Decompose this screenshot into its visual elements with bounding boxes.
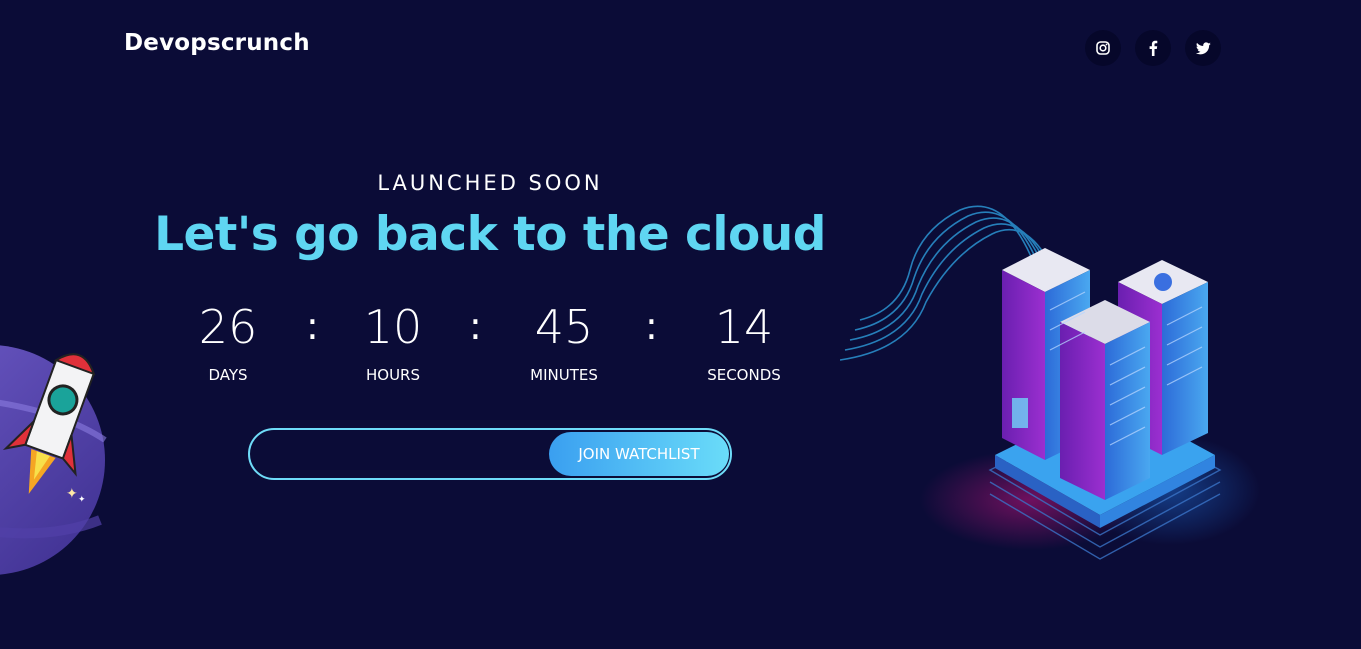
countdown-separator: : xyxy=(469,304,482,348)
brand-logo[interactable]: Devopscrunch xyxy=(124,30,310,56)
watchlist-form: JOIN WATCHLIST xyxy=(248,428,732,480)
countdown-minutes: 45 MINUTES xyxy=(516,300,612,384)
countdown-days-label: DAYS xyxy=(208,366,248,384)
facebook-link[interactable] xyxy=(1135,30,1171,66)
rocket-illustration: ✦ ✦ xyxy=(0,330,120,584)
countdown-days: 26 DAYS xyxy=(188,300,268,384)
countdown-minutes-label: MINUTES xyxy=(530,366,598,384)
launch-eyebrow: LAUNCHED SOON xyxy=(377,171,603,195)
countdown-seconds-label: SECONDS xyxy=(707,366,781,384)
facebook-icon xyxy=(1148,40,1158,56)
join-watchlist-button[interactable]: JOIN WATCHLIST xyxy=(549,432,729,476)
countdown-separator: : xyxy=(645,304,658,348)
countdown-hours-value: 10 xyxy=(363,300,423,354)
server-cluster-illustration xyxy=(839,170,1260,574)
twitter-icon xyxy=(1195,41,1211,55)
countdown-separator: : xyxy=(306,304,319,348)
countdown-seconds-value: 14 xyxy=(714,300,774,354)
instagram-link[interactable] xyxy=(1085,30,1121,66)
instagram-icon xyxy=(1096,41,1110,55)
countdown-minutes-value: 45 xyxy=(534,300,594,354)
countdown-days-value: 26 xyxy=(198,300,258,354)
twitter-link[interactable] xyxy=(1185,30,1221,66)
email-input[interactable] xyxy=(264,438,538,472)
page-headline: Let's go back to the cloud xyxy=(154,207,826,262)
social-links xyxy=(1085,30,1221,66)
countdown-hours: 10 HOURS xyxy=(348,300,438,384)
countdown-seconds: 14 SECONDS xyxy=(694,300,794,384)
countdown-hours-label: HOURS xyxy=(365,366,420,384)
svg-text:✦: ✦ xyxy=(78,495,86,505)
svg-text:✦: ✦ xyxy=(66,486,78,502)
